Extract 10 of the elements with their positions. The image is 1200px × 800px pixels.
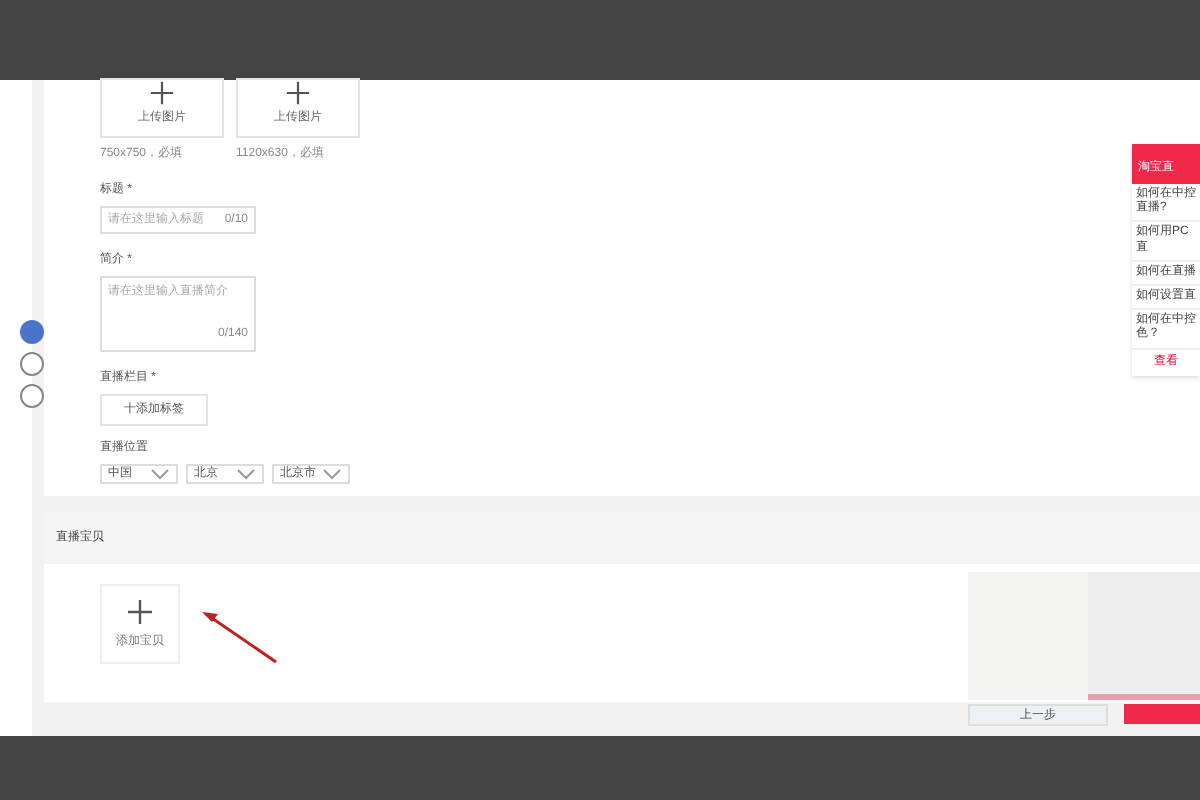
plus-icon <box>126 597 154 625</box>
radio-button[interactable] <box>20 384 44 408</box>
chevron-icon <box>150 468 170 480</box>
arrow-annotation <box>200 610 280 664</box>
radio-button[interactable] <box>20 352 44 376</box>
radio-button[interactable] <box>20 320 44 344</box>
chevron-icon <box>236 468 256 480</box>
plus-icon <box>284 80 312 106</box>
plus-icon <box>148 80 176 106</box>
chevron-icon <box>322 468 342 480</box>
